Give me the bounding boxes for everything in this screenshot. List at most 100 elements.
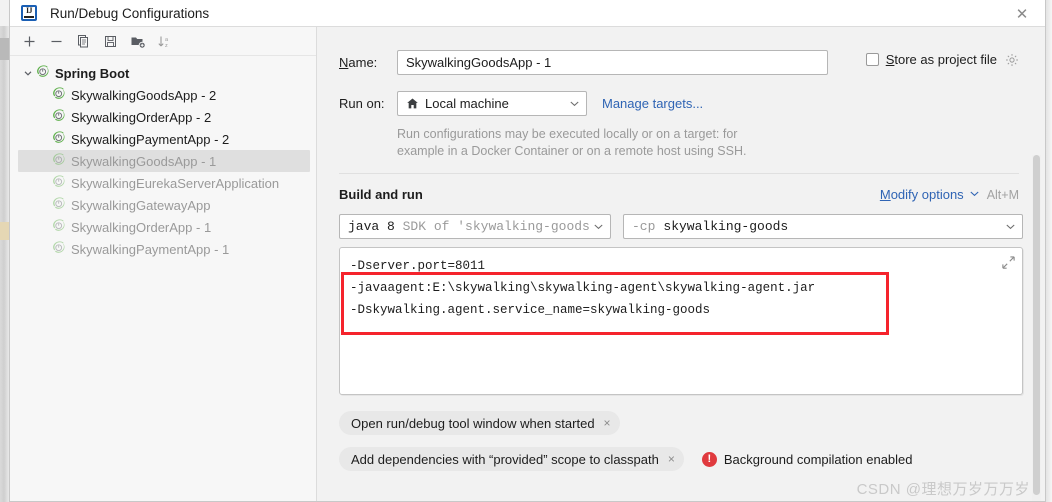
manage-targets-link[interactable]: Manage targets... [602, 96, 703, 111]
run-on-row: Run on: Local machine Manage targets... [339, 91, 1045, 116]
spring-boot-icon [51, 174, 68, 192]
error-icon: ! [701, 451, 717, 467]
modify-options-rest: odify options [890, 187, 964, 202]
chip-label: Add dependencies with “provided” scope t… [351, 451, 659, 467]
spring-boot-icon [35, 64, 52, 82]
classpath-module-value: skywalking-goods [663, 219, 789, 234]
name-label-rest: ame: [348, 55, 378, 70]
close-icon[interactable]: × [668, 452, 675, 466]
chip-label: Open run/debug tool window when started [351, 415, 595, 431]
modify-options-link[interactable]: Modify options [880, 187, 980, 202]
modify-options-shortcut: Alt+M [986, 187, 1019, 202]
editor-panel-scrollbar[interactable] [1032, 155, 1041, 501]
remove-configuration-button[interactable] [44, 29, 69, 53]
tree-item-label: SkywalkingOrderApp - 2 [71, 109, 212, 125]
close-icon[interactable]: × [604, 416, 611, 430]
options-chip-row-2: Add dependencies with “provided” scope t… [339, 447, 1045, 471]
vm-options-line: -Dskywalking.agent.service_name=skywalki… [350, 303, 711, 317]
configurations-toolbar: a z [10, 27, 316, 56]
sort-configurations-button[interactable]: a z [152, 29, 177, 53]
name-label: Name: [339, 55, 397, 70]
background-edge-segment-dark [0, 38, 9, 60]
modify-options-mnemonic: M [879, 187, 891, 202]
jdk-version-value: java 8 [348, 219, 395, 234]
home-icon [406, 97, 419, 110]
spring-boot-icon [51, 218, 68, 236]
build-and-run-combos: java 8 SDK of 'skywalking-goods -cp skyw… [339, 214, 1045, 239]
build-and-run-title: Build and run [339, 187, 423, 202]
tree-item-label: SkywalkingPaymentApp - 1 [71, 241, 230, 257]
save-configuration-button[interactable] [98, 29, 123, 53]
vm-options-textarea[interactable]: -Dserver.port=8011 -javaagent:E:\skywalk… [339, 247, 1023, 395]
classpath-flag: -cp [632, 219, 656, 234]
configurations-sidebar: a z Spring Boot SkywalkingGoodsApp - 2 S… [10, 27, 317, 501]
tree-item-label: SkywalkingEurekaServerApplication [71, 175, 280, 191]
expand-editor-icon[interactable] [997, 251, 1019, 273]
tree-item-skywalkinggatewayapp[interactable]: SkywalkingGatewayApp [10, 194, 316, 216]
scrollbar-thumb[interactable] [1033, 155, 1040, 495]
spring-boot-icon [51, 108, 68, 126]
tree-item-label: SkywalkingGoodsApp - 1 [71, 153, 217, 169]
name-input[interactable]: SkywalkingGoodsApp - 1 [397, 50, 828, 75]
tree-item-skywalkingorderapp-1[interactable]: SkywalkingOrderApp - 1 [10, 216, 316, 238]
tree-item-skywalkingeurekaserverapplication[interactable]: SkywalkingEurekaServerApplication [10, 172, 316, 194]
run-on-target-dropdown[interactable]: Local machine [397, 91, 587, 116]
run-debug-configurations-dialog: Run/Debug Configurations ✕ [9, 0, 1046, 502]
status-text: Background compilation enabled [723, 451, 913, 467]
gear-icon[interactable] [1004, 52, 1019, 67]
copy-configuration-button[interactable] [71, 29, 96, 53]
run-on-target-value: Local machine [425, 96, 509, 111]
chevron-down-icon [593, 221, 604, 232]
store-as-project-file-label: Store as project file [886, 52, 997, 67]
vm-options-line: -Dserver.port=8011 [350, 259, 486, 273]
tree-item-label: SkywalkingOrderApp - 1 [71, 219, 212, 235]
jdk-dropdown[interactable]: java 8 SDK of 'skywalking-goods [339, 214, 611, 239]
run-on-hint-line2: example in a Docker Container or on a re… [397, 144, 747, 158]
svg-text:z: z [165, 43, 168, 49]
options-chip-row-1: Open run/debug tool window when started … [339, 411, 1045, 435]
spring-boot-icon [51, 86, 68, 104]
tree-group-spring-boot[interactable]: Spring Boot [10, 62, 316, 84]
spring-boot-icon [51, 196, 68, 214]
background-window-edge-right [1046, 0, 1052, 502]
run-on-hint: Run configurations may be executed local… [397, 126, 1045, 160]
section-divider [339, 173, 1019, 174]
vm-options-line: -javaagent:E:\skywalking\skywalking-agen… [350, 281, 816, 295]
store-as-project-file-row: Store as project file [865, 52, 1019, 67]
tree-item-label: SkywalkingGoodsApp - 2 [71, 87, 217, 103]
background-compilation-status: ! Background compilation enabled [701, 451, 913, 467]
dialog-titlebar: Run/Debug Configurations ✕ [10, 0, 1045, 27]
store-label-rest: tore as project file [894, 52, 997, 67]
jdk-description-value: SDK of 'skywalking-goods [402, 219, 590, 234]
tree-item-label: SkywalkingGatewayApp [71, 197, 211, 213]
tree-item-skywalkingpaymentapp-1[interactable]: SkywalkingPaymentApp - 1 [10, 238, 316, 260]
close-icon[interactable]: ✕ [999, 0, 1045, 27]
background-window-edge-left [0, 26, 9, 502]
intellij-logo-icon [21, 5, 37, 21]
spring-boot-icon [51, 240, 68, 258]
tree-item-skywalkinggoodsapp-1[interactable]: SkywalkingGoodsApp - 1 [18, 150, 310, 172]
chip-add-provided-dependencies[interactable]: Add dependencies with “provided” scope t… [339, 447, 684, 471]
tree-item-skywalkingorderapp-2[interactable]: SkywalkingOrderApp - 2 [10, 106, 316, 128]
chevron-down-icon [569, 98, 580, 109]
chip-open-run-debug-tool-window[interactable]: Open run/debug tool window when started … [339, 411, 620, 435]
add-configuration-button[interactable] [17, 29, 42, 53]
chevron-down-icon [969, 187, 980, 202]
dialog-title: Run/Debug Configurations [50, 5, 210, 21]
move-into-folder-button[interactable] [125, 29, 150, 53]
build-and-run-header: Build and run Modify options Alt+M [339, 187, 1045, 202]
tree-item-label: SkywalkingPaymentApp - 2 [71, 131, 230, 147]
store-as-project-file-checkbox[interactable] [865, 53, 879, 66]
screen: Run/Debug Configurations ✕ [0, 0, 1052, 502]
chevron-down-icon [1005, 221, 1016, 232]
tree-item-skywalkinggoodsapp-2[interactable]: SkywalkingGoodsApp - 2 [10, 84, 316, 106]
background-edge-segment-tan [0, 222, 9, 240]
chevron-down-icon[interactable] [20, 68, 35, 78]
classpath-module-dropdown[interactable]: -cp skywalking-goods [623, 214, 1023, 239]
tree-item-skywalkingpaymentapp-2[interactable]: SkywalkingPaymentApp - 2 [10, 128, 316, 150]
name-label-mnemonic: N [339, 55, 349, 70]
run-on-hint-line1: Run configurations may be executed local… [397, 127, 738, 141]
run-on-label: Run on: [339, 96, 385, 111]
tree-group-label: Spring Boot [55, 65, 130, 81]
dialog-body: a z Spring Boot SkywalkingGoodsApp - 2 S… [10, 27, 1045, 501]
